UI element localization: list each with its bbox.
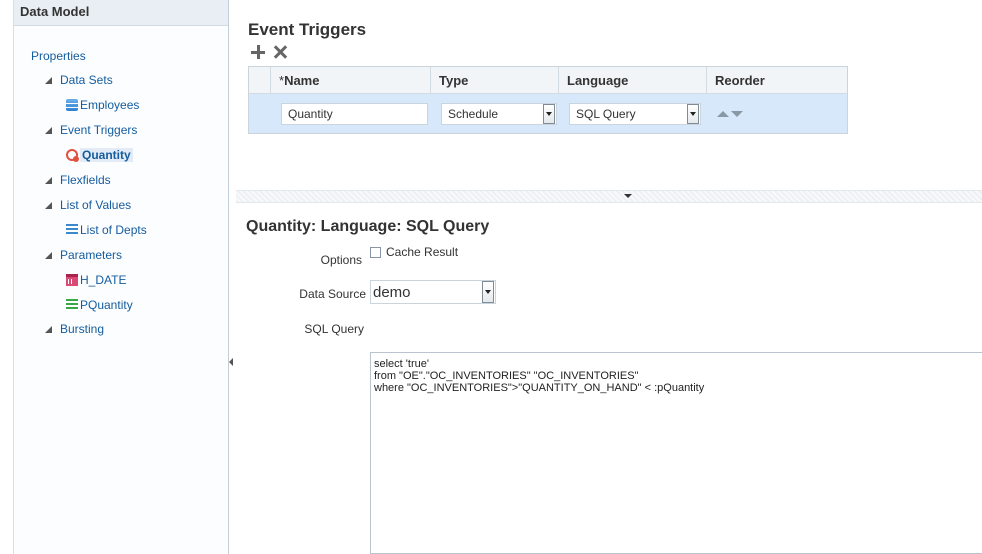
expand-triangle-icon[interactable] — [45, 76, 52, 84]
tree-item-list-of-values[interactable]: List of Values — [45, 198, 131, 212]
tree-item-properties[interactable]: Properties — [31, 49, 86, 63]
database-icon — [66, 99, 78, 111]
sql-query-label: SQL Query — [304, 322, 364, 336]
data-source-select[interactable]: demo — [370, 280, 496, 304]
tree-item-label: List of Depts — [80, 223, 147, 237]
tree-item-label: Bursting — [60, 322, 105, 336]
type-cell: Schedule — [431, 94, 559, 133]
dropdown-arrow-icon[interactable] — [687, 103, 699, 124]
trigger-type-select[interactable]: Schedule — [441, 102, 557, 125]
options-label: Options — [320, 253, 362, 267]
move-down-icon[interactable] — [731, 110, 743, 117]
detail-title: Quantity: Language: SQL Query — [246, 218, 490, 235]
row-header-cell — [249, 67, 271, 93]
main-panel: Event Triggers * Name Type Language Reord… — [236, 0, 982, 554]
column-header-name[interactable]: * Name — [271, 67, 431, 93]
tree-item-data-sets[interactable]: Data Sets — [45, 73, 113, 87]
panel-splitter[interactable] — [236, 190, 982, 203]
tree-item-label: Properties — [31, 49, 86, 63]
tree-item-label: Event Triggers — [60, 123, 138, 137]
tree-item-label: PQuantity — [80, 298, 133, 312]
trigger-type-value: Schedule — [448, 106, 499, 121]
column-header-label: Name — [284, 72, 320, 88]
dropdown-arrow-icon[interactable] — [543, 103, 555, 124]
tree-item-bursting[interactable]: Bursting — [45, 322, 104, 336]
expand-triangle-icon[interactable] — [45, 176, 52, 184]
tree-item-employees[interactable]: Employees — [66, 98, 139, 112]
cache-result-checkbox[interactable] — [370, 246, 381, 258]
calendar-icon — [66, 274, 78, 286]
column-header-type[interactable]: Type — [431, 67, 559, 93]
cache-result-option: Cache Result — [370, 245, 458, 259]
list-of-values-icon — [66, 224, 78, 236]
collapse-arrow-icon[interactable] — [624, 194, 632, 198]
event-triggers-title: Event Triggers — [248, 20, 367, 39]
dropdown-arrow-icon[interactable] — [482, 281, 494, 303]
tree-item-label: H_DATE — [80, 273, 127, 287]
trigger-language-select[interactable]: SQL Query — [569, 102, 701, 125]
tree-item-label: List of Values — [60, 198, 132, 212]
collapse-sidebar-handle[interactable] — [229, 352, 233, 370]
table-row[interactable]: Schedule SQL Query — [249, 94, 847, 133]
name-cell — [271, 94, 431, 133]
row-selector[interactable] — [249, 94, 271, 133]
cache-result-label: Cache Result — [386, 245, 459, 259]
column-header-reorder[interactable]: Reorder — [707, 67, 847, 93]
tree-item-h-date[interactable]: H_DATE — [66, 273, 126, 287]
tree-item-label: Flexfields — [60, 173, 111, 187]
tree-item-flexfields[interactable]: Flexfields — [45, 173, 111, 187]
expand-triangle-icon[interactable] — [45, 126, 52, 134]
trigger-name-input[interactable] — [281, 102, 428, 125]
expand-triangle-icon[interactable] — [45, 325, 52, 333]
delete-icon[interactable] — [272, 44, 288, 60]
data-source-label: Data Source — [299, 287, 366, 301]
move-up-icon[interactable] — [717, 110, 729, 117]
data-model-title: Data Model — [14, 0, 228, 26]
expand-triangle-icon[interactable] — [45, 201, 52, 209]
list-icon — [66, 299, 78, 311]
trigger-language-value: SQL Query — [576, 106, 636, 121]
tree-item-list-of-depts[interactable]: List of Depts — [66, 223, 147, 237]
expand-triangle-icon[interactable] — [45, 251, 52, 259]
column-header-language[interactable]: Language — [559, 67, 707, 93]
reorder-cell — [707, 94, 847, 133]
language-cell: SQL Query — [559, 94, 707, 133]
reorder-controls — [717, 110, 743, 117]
tree-item-label: Quantity — [80, 148, 133, 162]
data-model-panel: Data Model Properties Data Sets Employee… — [13, 0, 229, 554]
tree-item-label: Employees — [80, 98, 140, 112]
add-icon[interactable] — [250, 44, 266, 60]
tree-item-quantity[interactable]: Quantity — [66, 148, 133, 162]
tree-item-pquantity[interactable]: PQuantity — [66, 298, 133, 312]
tree-item-parameters[interactable]: Parameters — [45, 248, 122, 262]
table-header: * Name Type Language Reorder — [249, 67, 847, 94]
tree-item-label: Data Sets — [60, 73, 113, 87]
tree-item-event-triggers[interactable]: Event Triggers — [45, 123, 137, 137]
tree-item-label: Parameters — [60, 248, 123, 262]
event-triggers-table: *Name Type Language Reorder Schedule SQL… — [248, 66, 848, 134]
event-triggers-toolbar — [250, 44, 288, 60]
trigger-icon — [66, 149, 79, 162]
sidebar: Data Model Properties Data Sets Employee… — [0, 0, 229, 554]
data-source-value: demo — [373, 283, 411, 301]
sql-query-textarea[interactable]: select 'true' from "OE"."OC_INVENTORIES"… — [370, 352, 982, 554]
